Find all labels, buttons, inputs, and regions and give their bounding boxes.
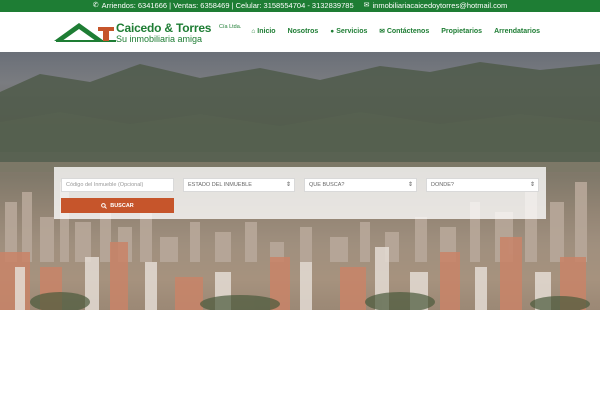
estado-select[interactable]: ESTADO DEL INMUEBLE ⇕ <box>183 178 295 192</box>
select-arrows-icon: ⇕ <box>285 182 291 188</box>
contact-topbar: ✆ Arriendos: 6341666 | Ventas: 6358469 |… <box>0 0 600 12</box>
envelope-icon: ✉ <box>379 28 385 35</box>
search-button[interactable]: BUSCAR <box>61 198 174 213</box>
nav-label: Contáctenos <box>386 27 430 35</box>
main-nav: ⌂ Inicio Nosotros ● Servicios ✉ Contácte… <box>251 27 540 36</box>
globe-icon: ● <box>330 27 335 35</box>
envelope-icon: ✉ <box>363 2 370 9</box>
nav-label: Propietarios <box>441 27 483 35</box>
donde-selected-value: DONDE? <box>431 182 454 188</box>
company-name: Caicedo & Torres <box>116 21 212 35</box>
nav-item-inicio[interactable]: ⌂ Inicio <box>251 27 275 35</box>
company-tagline: Su inmobiliaria amiga <box>116 34 203 44</box>
contact-info: ✆ Arriendos: 6341666 | Ventas: 6358469 |… <box>93 0 354 12</box>
nav-label: Inicio <box>257 27 276 35</box>
home-icon: ⌂ <box>251 27 256 35</box>
estado-selected-value: ESTADO DEL INMUEBLE <box>188 182 252 188</box>
nav-item-nosotros[interactable]: Nosotros <box>288 27 319 35</box>
nav-label: Arrendatarios <box>494 27 540 35</box>
contact-text: Arriendos: 6341666 | Ventas: 6358469 | C… <box>101 1 354 10</box>
property-search-panel: Código del Inmueble (Opcional) ESTADO DE… <box>54 167 546 219</box>
nav-item-contactenos[interactable]: ✉ Contáctenos <box>379 27 430 36</box>
property-code-input[interactable]: Código del Inmueble (Opcional) <box>61 178 174 192</box>
select-arrows-icon: ⇕ <box>529 182 535 188</box>
nav-item-servicios[interactable]: ● Servicios <box>330 27 367 35</box>
donde-select[interactable]: DONDE? ⇕ <box>426 178 539 192</box>
search-icon <box>101 202 108 209</box>
company-suffix: Cía Ltda. <box>219 24 242 30</box>
que-busca-select[interactable]: QUE BUSCA? ⇕ <box>304 178 417 192</box>
que-busca-selected-value: QUE BUSCA? <box>309 182 345 188</box>
house-logo-icon <box>54 23 116 42</box>
phone-icon: ✆ <box>92 2 99 9</box>
site-header: Caicedo & Torres Cía Ltda. Su inmobiliar… <box>0 12 600 52</box>
nav-label: Nosotros <box>287 27 319 35</box>
email-link[interactable]: ✉ inmobiliariacaicedoytorres@hotmail.com <box>364 0 508 12</box>
nav-label: Servicios <box>336 27 368 35</box>
nav-item-arrendatarios[interactable]: Arrendatarios <box>494 27 540 35</box>
logo[interactable]: Caicedo & Torres Cía Ltda. Su inmobiliar… <box>54 19 241 47</box>
search-button-label: BUSCAR <box>110 202 134 209</box>
property-code-placeholder: Código del Inmueble (Opcional) <box>66 182 144 188</box>
email-text[interactable]: inmobiliariacaicedoytorres@hotmail.com <box>373 0 508 12</box>
select-arrows-icon: ⇕ <box>407 182 413 188</box>
nav-item-propietarios[interactable]: Propietarios <box>441 27 482 35</box>
